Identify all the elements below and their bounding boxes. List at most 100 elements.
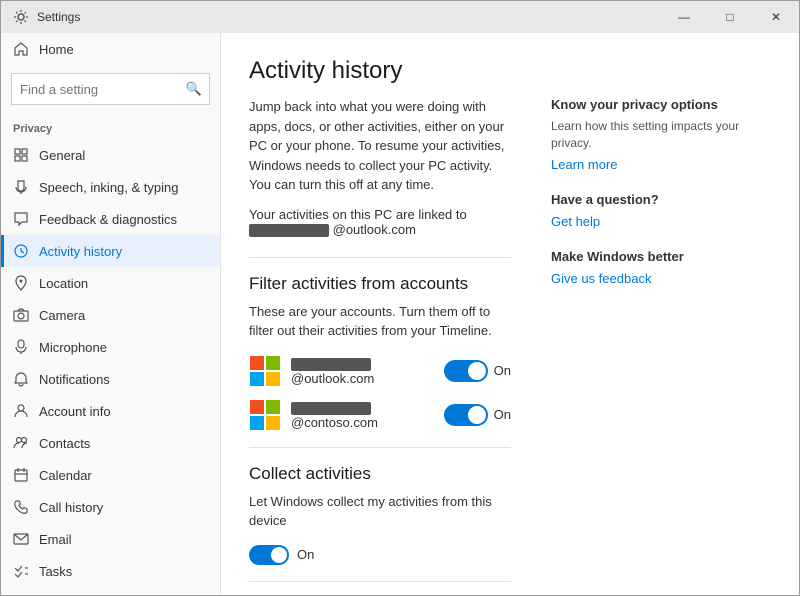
- main-content: Jump back into what you were doing with …: [249, 97, 511, 595]
- minimize-button[interactable]: —: [661, 1, 707, 33]
- sidebar-callhistory-label: Call history: [39, 500, 103, 515]
- sidebar-item-calendar[interactable]: Calendar: [1, 459, 220, 491]
- sidebar-item-general[interactable]: General: [1, 139, 220, 171]
- right-feedback-link[interactable]: Give us feedback: [551, 271, 651, 286]
- sidebar-item-location[interactable]: Location: [1, 267, 220, 299]
- account-icon: [13, 403, 29, 419]
- feedback-icon: [13, 211, 29, 227]
- collect-toggle[interactable]: [249, 545, 289, 565]
- sidebar-item-email[interactable]: Email: [1, 523, 220, 555]
- sidebar-home-label: Home: [39, 42, 74, 57]
- sidebar: Home 🔍 Privacy General Speec: [1, 33, 221, 595]
- tasks-icon: [13, 563, 29, 579]
- titlebar: Settings — □ ✕: [1, 1, 799, 33]
- collect-title: Collect activities: [249, 464, 511, 484]
- collect-toggle-label: On: [297, 547, 314, 562]
- sidebar-general-label: General: [39, 148, 85, 163]
- titlebar-left: Settings: [13, 9, 80, 25]
- sidebar-feedback-label: Feedback & diagnostics: [39, 212, 177, 227]
- general-icon: [13, 147, 29, 163]
- titlebar-controls: — □ ✕: [661, 1, 799, 33]
- search-icon: 🔍: [186, 81, 202, 97]
- account1-toggle[interactable]: [444, 360, 488, 382]
- account-row-2: @contoso.com On: [249, 399, 511, 431]
- account2-toggle-container: On: [444, 404, 511, 426]
- sidebar-camera-label: Camera: [39, 308, 85, 323]
- right-privacy-section: Know your privacy options Learn how this…: [551, 97, 771, 172]
- calendar-icon: [13, 467, 29, 483]
- right-learn-more-link[interactable]: Learn more: [551, 157, 617, 172]
- right-question-section: Have a question? Get help: [551, 192, 771, 229]
- account1-toggle-label: On: [494, 363, 511, 378]
- sidebar-item-camera[interactable]: Camera: [1, 299, 220, 331]
- email-icon: [13, 531, 29, 547]
- sidebar-item-callhistory[interactable]: Call history: [1, 491, 220, 523]
- sidebar-speech-label: Speech, inking, & typing: [39, 180, 178, 195]
- speech-icon: [13, 179, 29, 195]
- linked-suffix: @outlook.com: [333, 222, 416, 237]
- sidebar-microphone-label: Microphone: [39, 340, 107, 355]
- account1-redacted: [291, 358, 371, 371]
- home-icon: [13, 41, 29, 57]
- notifications-icon: [13, 371, 29, 387]
- account1-toggle-container: On: [444, 360, 511, 382]
- contacts-icon: [13, 435, 29, 451]
- account2-suffix: @contoso.com: [291, 415, 378, 430]
- linked-email-redacted: [249, 224, 329, 237]
- search-input[interactable]: [11, 73, 210, 105]
- page-title: Activity history: [249, 57, 771, 85]
- settings-app-icon: [13, 9, 29, 25]
- sidebar-location-label: Location: [39, 276, 88, 291]
- sidebar-calendar-label: Calendar: [39, 468, 92, 483]
- sidebar-item-microphone[interactable]: Microphone: [1, 331, 220, 363]
- account-row-1: @outlook.com On: [249, 355, 511, 387]
- sidebar-item-account[interactable]: Account info: [1, 395, 220, 427]
- sidebar-item-home[interactable]: Home: [1, 33, 220, 65]
- sidebar-tasks-label: Tasks: [39, 564, 72, 579]
- search-box: 🔍: [11, 73, 210, 105]
- right-question-title: Have a question?: [551, 192, 771, 207]
- filter-desc: These are your accounts. Turn them off t…: [249, 302, 511, 341]
- account2-email: @contoso.com: [291, 400, 434, 430]
- ms-logo-2: [249, 399, 281, 431]
- main-content-area: Home 🔍 Privacy General Speec: [1, 33, 799, 595]
- sidebar-item-contacts[interactable]: Contacts: [1, 427, 220, 459]
- right-privacy-desc: Learn how this setting impacts your priv…: [551, 118, 771, 152]
- microphone-icon: [13, 339, 29, 355]
- activity-icon: [13, 243, 29, 259]
- right-feedback-section: Make Windows better Give us feedback: [551, 249, 771, 286]
- collect-row: On: [249, 545, 511, 565]
- sidebar-email-label: Email: [39, 532, 72, 547]
- location-icon: [13, 275, 29, 291]
- main-description: Jump back into what you were doing with …: [249, 97, 511, 195]
- right-panel: Know your privacy options Learn how this…: [551, 97, 771, 595]
- settings-window: Settings — □ ✕ Home 🔍 Privacy: [0, 0, 800, 596]
- privacy-section-label: Privacy: [1, 115, 220, 139]
- account2-redacted: [291, 402, 371, 415]
- account2-toggle-label: On: [494, 407, 511, 422]
- account1-email: @outlook.com: [291, 356, 434, 386]
- sidebar-activity-label: Activity history: [39, 244, 122, 259]
- right-feedback-title: Make Windows better: [551, 249, 771, 264]
- right-gethelp-link[interactable]: Get help: [551, 214, 600, 229]
- sidebar-contacts-label: Contacts: [39, 436, 90, 451]
- main-panel: Activity history Jump back into what you…: [221, 33, 799, 595]
- filter-title: Filter activities from accounts: [249, 274, 511, 294]
- collect-desc: Let Windows collect my activities from t…: [249, 492, 511, 531]
- ms-logo-1: [249, 355, 281, 387]
- sidebar-item-speech[interactable]: Speech, inking, & typing: [1, 171, 220, 203]
- sidebar-item-tasks[interactable]: Tasks: [1, 555, 220, 587]
- linked-prefix: Your activities on this PC are linked to: [249, 207, 467, 222]
- sidebar-item-notifications[interactable]: Notifications: [1, 363, 220, 395]
- account2-toggle[interactable]: [444, 404, 488, 426]
- sidebar-account-label: Account info: [39, 404, 111, 419]
- account1-suffix: @outlook.com: [291, 371, 374, 386]
- sidebar-notifications-label: Notifications: [39, 372, 110, 387]
- main-layout: Jump back into what you were doing with …: [249, 97, 771, 595]
- titlebar-title: Settings: [37, 10, 80, 24]
- maximize-button[interactable]: □: [707, 1, 753, 33]
- sidebar-item-activity[interactable]: Activity history: [1, 235, 220, 267]
- right-privacy-title: Know your privacy options: [551, 97, 771, 112]
- close-button[interactable]: ✕: [753, 1, 799, 33]
- sidebar-item-feedback[interactable]: Feedback & diagnostics: [1, 203, 220, 235]
